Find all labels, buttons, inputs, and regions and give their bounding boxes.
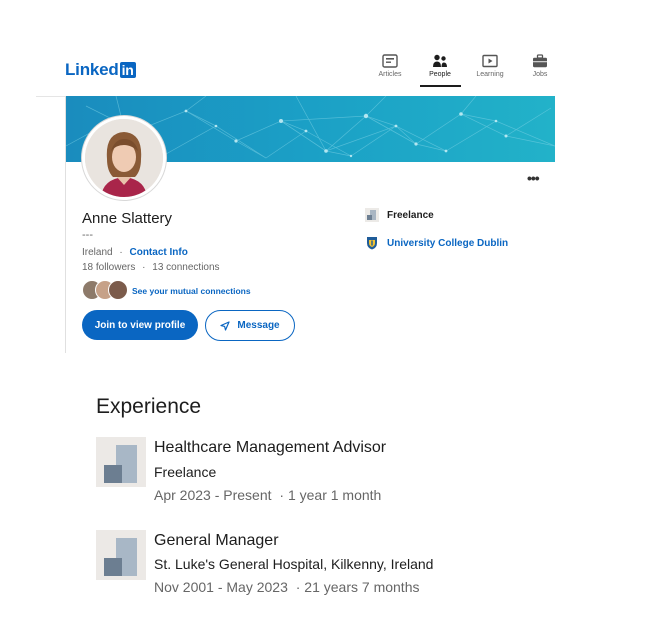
message-button[interactable]: Message: [205, 310, 295, 341]
current-company-name: Freelance: [387, 209, 434, 221]
nav-articles[interactable]: Articles: [368, 54, 412, 78]
articles-icon: [382, 54, 398, 68]
experience-role: Healthcare Management Advisor: [154, 439, 387, 456]
school-crest-icon: [367, 237, 377, 250]
profile-stats: 18 followers · 13 connections: [82, 262, 220, 273]
experience-duration: · 1 year 1 month: [279, 487, 382, 503]
nav-jobs-label: Jobs: [532, 71, 548, 78]
logo-text: Linked: [65, 60, 119, 79]
nav-people[interactable]: People: [418, 54, 462, 78]
nav-divider: [36, 96, 66, 97]
experience-item: [96, 437, 146, 487]
join-to-view-profile-button[interactable]: Join to view profile: [82, 310, 198, 340]
company-logo-icon: [365, 208, 379, 222]
experience-dates: Nov 2001 - May 2023: [154, 579, 288, 595]
location-separator: ·: [119, 247, 123, 258]
experience-dates: Apr 2023 - Present: [154, 487, 272, 503]
profile-avatar[interactable]: [82, 116, 166, 200]
mutual-connection-avatars[interactable]: [82, 280, 128, 300]
experience-role: General Manager: [154, 532, 279, 549]
mutual-avatar: [108, 280, 128, 300]
education-school-name: University College Dublin: [387, 237, 509, 249]
nav-learning[interactable]: Learning: [468, 54, 512, 78]
experience-dates-row: Apr 2023 - Present · 1 year 1 month: [154, 487, 381, 503]
learning-icon: [482, 54, 498, 68]
followers-count: 18 followers: [82, 262, 136, 273]
experience-company: St. Luke's General Hospital, Kilkenny, I…: [154, 556, 434, 572]
education-school[interactable]: University College Dublin: [365, 236, 508, 250]
nav-jobs[interactable]: Jobs: [518, 54, 562, 78]
contact-info-link[interactable]: Contact Info: [129, 247, 187, 258]
send-icon: [220, 320, 230, 331]
profile-headline: ---: [82, 229, 93, 241]
more-options-icon[interactable]: •••: [527, 170, 540, 186]
nav-articles-label: Articles: [378, 71, 402, 78]
nav-active-indicator: [420, 85, 461, 87]
message-button-label: Message: [237, 320, 280, 331]
experience-company: Freelance: [154, 464, 217, 480]
jobs-icon: [533, 54, 547, 68]
mutual-connections-link[interactable]: See your mutual connections: [132, 286, 251, 296]
stats-separator: ·: [142, 262, 146, 273]
connections-count: 13 connections: [152, 262, 220, 273]
linkedin-logo[interactable]: Linked in: [65, 60, 136, 80]
people-icon: [433, 54, 447, 67]
nav-people-label: People: [429, 71, 451, 78]
current-company[interactable]: Freelance: [365, 208, 434, 222]
logo-box: in: [119, 62, 136, 78]
company-logo-icon[interactable]: [96, 530, 146, 580]
experience-item: [96, 530, 146, 580]
profile-location: Ireland: [82, 247, 113, 258]
experience-duration: · 21 years 7 months: [295, 579, 420, 595]
nav-learning-label: Learning: [476, 71, 504, 78]
profile-location-row: Ireland · Contact Info: [82, 247, 188, 258]
experience-dates-row: Nov 2001 - May 2023 · 21 years 7 months: [154, 579, 419, 595]
company-logo-icon[interactable]: [96, 437, 146, 487]
experience-heading: Experience: [96, 395, 202, 418]
profile-name: Anne Slattery: [82, 210, 173, 227]
